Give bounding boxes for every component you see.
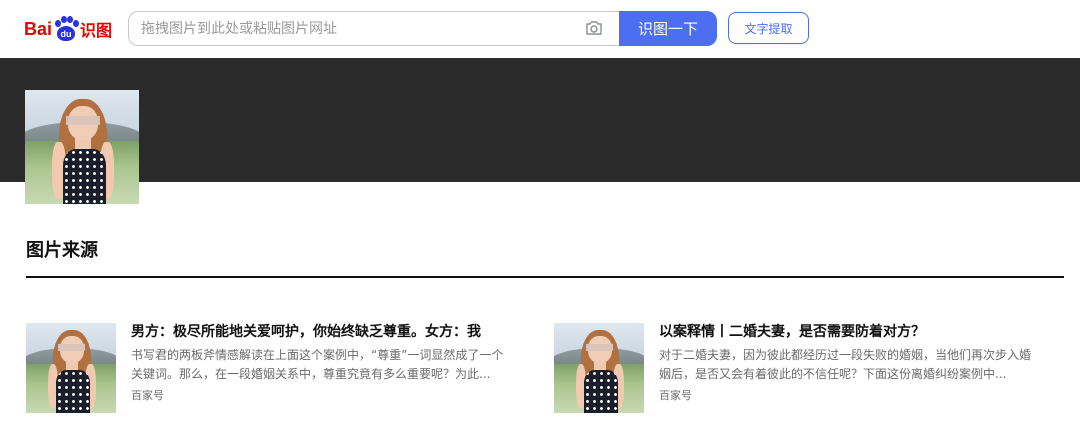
logo-bai-text: Bai [24,18,53,39]
search-box [128,11,619,46]
result-source: 百家号 [659,389,692,402]
search-input[interactable] [141,18,571,40]
top-bar: Bai du 识图 识图一下 文字提取 [0,0,1080,58]
result-card[interactable]: 男方：极尽所能地关爱呵护，你始终缺乏尊重。女方：我 书写君的两板斧情感解读在上面… [26,323,516,413]
logo-shitu-text: 识图 [80,21,113,40]
result-thumbnail[interactable] [26,323,116,413]
logo-du-text: du [57,26,76,41]
search-button[interactable]: 识图一下 [619,11,717,46]
result-thumbnail[interactable] [554,323,644,413]
result-title[interactable]: 男方：极尽所能地关爱呵护，你始终缺乏尊重。女方：我 [131,323,516,341]
query-image[interactable] [25,90,139,204]
baidu-paw-icon: du [53,16,80,42]
result-title[interactable]: 以案释情丨二婚夫妻，是否需要防着对方？ [659,323,1044,341]
section-title: 图片来源 [26,240,98,261]
text-extract-button[interactable]: 文字提取 [728,12,809,44]
result-description: 对于二婚夫妻，因为彼此都经历过一段失败的婚姻，当他们再次步入婚姻后，是否又会有着… [659,348,1032,381]
result-card[interactable]: 以案释情丨二婚夫妻，是否需要防着对方？ 对于二婚夫妻，因为彼此都经历过一段失败的… [554,323,1044,413]
query-image-banner [0,58,1080,182]
baidu-shitu-logo[interactable]: Bai du 识图 [24,12,114,46]
result-description: 书写君的两板斧情感解读在上面这个案例中，“尊重”一词显然成了一个关键词。那么，在… [131,348,504,381]
camera-icon[interactable] [585,20,603,36]
result-source: 百家号 [131,389,164,402]
section-divider [26,276,1064,278]
